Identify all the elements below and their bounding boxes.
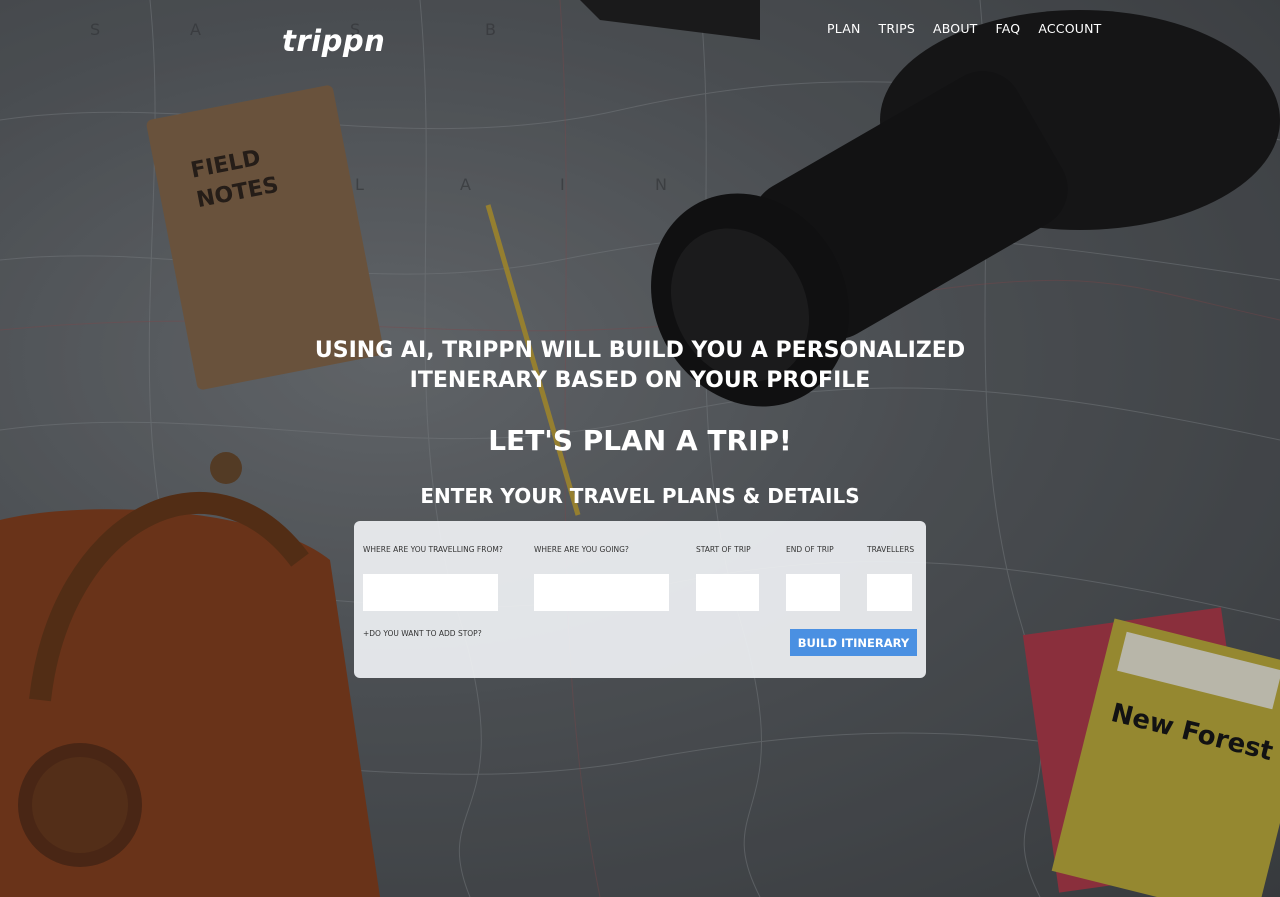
main-nav: PLAN TRIPS ABOUT FAQ ACCOUNT: [827, 21, 1120, 36]
travellers-input[interactable]: [867, 574, 912, 611]
trip-plan-form: WHERE ARE YOU TRAVELLING FROM? WHERE ARE…: [354, 521, 926, 678]
nav-trips[interactable]: TRIPS: [879, 21, 915, 36]
form-heading: ENTER YOUR TRAVEL PLANS & DETAILS: [420, 484, 860, 508]
end-date-label: END OF TRIP: [786, 545, 834, 554]
start-date-input[interactable]: [696, 574, 759, 611]
nav-about[interactable]: ABOUT: [933, 21, 978, 36]
build-itinerary-button[interactable]: BUILD ITINERARY: [790, 629, 917, 656]
origin-input[interactable]: [363, 574, 498, 611]
nav-faq[interactable]: FAQ: [996, 21, 1021, 36]
start-date-label: START OF TRIP: [696, 545, 751, 554]
nav-plan[interactable]: PLAN: [827, 21, 861, 36]
end-date-input[interactable]: [786, 574, 840, 611]
page-title: LET'S PLAN A TRIP!: [488, 424, 792, 457]
hero-headline-line1: USING AI, TRIPPN WILL BUILD YOU A PERSON…: [314, 338, 966, 363]
hero-headline-line2: ITENERARY BASED ON YOUR PROFILE: [409, 368, 871, 393]
destination-label: WHERE ARE YOU GOING?: [534, 545, 629, 554]
nav-account[interactable]: ACCOUNT: [1038, 21, 1101, 36]
destination-input[interactable]: [534, 574, 669, 611]
site-logo[interactable]: trippn: [282, 24, 385, 58]
origin-label: WHERE ARE YOU TRAVELLING FROM?: [363, 545, 503, 554]
travellers-label: TRAVELLERS: [867, 545, 915, 554]
add-stop-link[interactable]: +DO YOU WANT TO ADD STOP?: [363, 629, 482, 638]
hero-headline: USING AI, TRIPPN WILL BUILD YOU A PERSON…: [0, 336, 1280, 396]
